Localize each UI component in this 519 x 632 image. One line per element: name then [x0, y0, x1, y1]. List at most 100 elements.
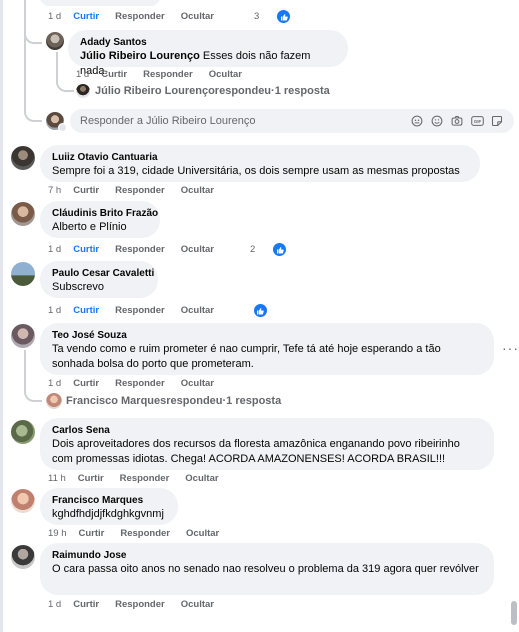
avatar[interactable]: [11, 262, 35, 286]
replier-name: Júlio Ribeiro Lourenço: [95, 85, 215, 97]
reply-count: 1 resposta: [274, 85, 330, 97]
reply-button[interactable]: Responder: [115, 305, 165, 316]
avatar[interactable]: [11, 545, 35, 569]
reply-button[interactable]: Responder: [143, 69, 193, 80]
comment-author[interactable]: Cláudinis Brito Frazão: [52, 207, 158, 220]
hide-button[interactable]: Ocultar: [185, 473, 218, 484]
reaction-count: 3: [253, 11, 260, 22]
like-button[interactable]: Curtir: [73, 11, 99, 22]
avatar-sticker-icon[interactable]: [410, 114, 424, 128]
comment-author[interactable]: Luiiz Otavio Cantuaria: [52, 151, 468, 164]
profile-switch-icon[interactable]: [58, 123, 67, 132]
hide-button[interactable]: Ocultar: [181, 378, 214, 389]
reply-button[interactable]: Responder: [120, 528, 170, 539]
reply-input[interactable]: [80, 115, 410, 127]
comment-author[interactable]: Adady Santos: [80, 36, 336, 49]
reply-button[interactable]: Responder: [115, 378, 165, 389]
hide-button[interactable]: Ocultar: [181, 244, 214, 255]
svg-text:GIF: GIF: [473, 119, 481, 124]
avatar[interactable]: [11, 420, 35, 444]
comment-actions: 1 d Curtir Responder Ocultar: [48, 304, 299, 317]
reaction-summary[interactable]: [252, 304, 283, 317]
reaction-summary[interactable]: 3: [254, 10, 306, 23]
comment-text: Subscrevo: [52, 281, 104, 293]
like-button[interactable]: Curtir: [73, 305, 99, 316]
reply-button[interactable]: Responder: [115, 244, 165, 255]
partial-comment-bubble: [40, 0, 160, 6]
comment-time[interactable]: 1 d: [48, 244, 61, 255]
comment-author[interactable]: Carlos Sena: [52, 424, 482, 437]
composer-tools: GIF: [410, 114, 504, 128]
comment-text: Alberto e Plínio: [52, 221, 127, 233]
like-icon: [273, 243, 287, 256]
thread-connector: [24, 104, 42, 122]
like-button[interactable]: Curtir: [73, 599, 99, 610]
comment-text: O cara passa oito anos no senado nao res…: [52, 563, 479, 575]
avatar[interactable]: [11, 489, 35, 513]
reply-button[interactable]: Responder: [115, 185, 165, 196]
comment-bubble: Cláudinis Brito Frazão Alberto e Plínio: [40, 201, 160, 238]
comment-author[interactable]: Paulo Cesar Cavaletti: [52, 267, 154, 280]
comment-author[interactable]: Francisco Marques: [52, 494, 166, 507]
thread-line: [24, 0, 26, 108]
comment-author[interactable]: Raimundo Jose: [52, 549, 482, 562]
more-options-icon[interactable]: ···: [502, 340, 519, 356]
camera-icon[interactable]: [450, 114, 464, 128]
like-button[interactable]: Curtir: [78, 473, 104, 484]
comment-author[interactable]: Teo José Souza: [52, 329, 482, 342]
hide-button[interactable]: Ocultar: [181, 599, 214, 610]
like-button[interactable]: Curtir: [101, 69, 127, 80]
comment-actions: 1 d Curtir Responder Ocultar 2: [48, 243, 318, 256]
comment-text: kghdfhdjdjfkdghkgvnmj: [52, 508, 164, 520]
hide-button[interactable]: Ocultar: [181, 11, 214, 22]
view-replies-link[interactable]: Francisco Marques respondeu · 1 resposta: [66, 395, 281, 407]
reply-button[interactable]: Responder: [115, 599, 165, 610]
avatar[interactable]: [46, 32, 64, 50]
comment-time[interactable]: 1 d: [76, 69, 89, 80]
thread-connector: [24, 350, 42, 402]
comment-bubble: Francisco Marques kghdfhdjdjfkdghkgvnmj: [40, 488, 178, 525]
comment-time[interactable]: 1 d: [48, 378, 61, 389]
comment-actions: 1 d Curtir Responder Ocultar: [76, 69, 258, 80]
comment-time[interactable]: 1 d: [48, 11, 61, 22]
avatar[interactable]: [11, 202, 35, 226]
hide-button[interactable]: Ocultar: [186, 528, 219, 539]
like-button[interactable]: Curtir: [73, 244, 99, 255]
comment-time[interactable]: 1 d: [48, 599, 61, 610]
gif-icon[interactable]: GIF: [470, 114, 484, 128]
like-button[interactable]: Curtir: [73, 185, 99, 196]
like-button[interactable]: Curtir: [73, 378, 99, 389]
comment-text: Sempre foi a 319, cidade Universitária, …: [52, 165, 460, 177]
hide-button[interactable]: Ocultar: [181, 305, 214, 316]
like-button[interactable]: Curtir: [79, 528, 105, 539]
comment-actions: 11 h Curtir Responder Ocultar: [48, 473, 235, 484]
avatar[interactable]: [76, 84, 90, 98]
reaction-summary[interactable]: 2: [250, 243, 302, 256]
comment-time[interactable]: 7 h: [48, 185, 61, 196]
comment-time[interactable]: 1 d: [48, 305, 61, 316]
emoji-icon[interactable]: [430, 114, 444, 128]
comment-time[interactable]: 19 h: [48, 528, 67, 539]
avatar[interactable]: [11, 324, 35, 348]
scrollbar-thumb[interactable]: [511, 601, 517, 625]
mention-link[interactable]: Júlio Ribeiro Lourenço: [80, 50, 200, 62]
hide-button[interactable]: Ocultar: [181, 185, 214, 196]
replied-verb: respondeu: [166, 395, 223, 407]
replier-name: Francisco Marques: [66, 395, 167, 407]
sticker-icon[interactable]: [490, 114, 504, 128]
comment-text: Ta vendo como e ruim prometer é nao cump…: [52, 343, 441, 370]
thread-connector: [24, 22, 42, 44]
reply-count: 1 resposta: [226, 395, 282, 407]
reply-button[interactable]: Responder: [120, 473, 170, 484]
comment-bubble: Paulo Cesar Cavaletti Subscrevo: [40, 261, 158, 298]
replied-verb: respondeu: [214, 85, 272, 97]
avatar[interactable]: [46, 393, 62, 409]
comment-actions: 19 h Curtir Responder Ocultar: [48, 528, 235, 539]
reply-button[interactable]: Responder: [115, 11, 165, 22]
thread-connector: [56, 76, 74, 92]
comment-time[interactable]: 11 h: [48, 473, 66, 484]
view-replies-link[interactable]: Júlio Ribeiro Lourenço respondeu · 1 res…: [95, 85, 330, 97]
avatar[interactable]: [11, 146, 35, 170]
comment-actions: 1 d Curtir Responder Ocultar: [48, 378, 230, 389]
hide-button[interactable]: Ocultar: [209, 69, 242, 80]
